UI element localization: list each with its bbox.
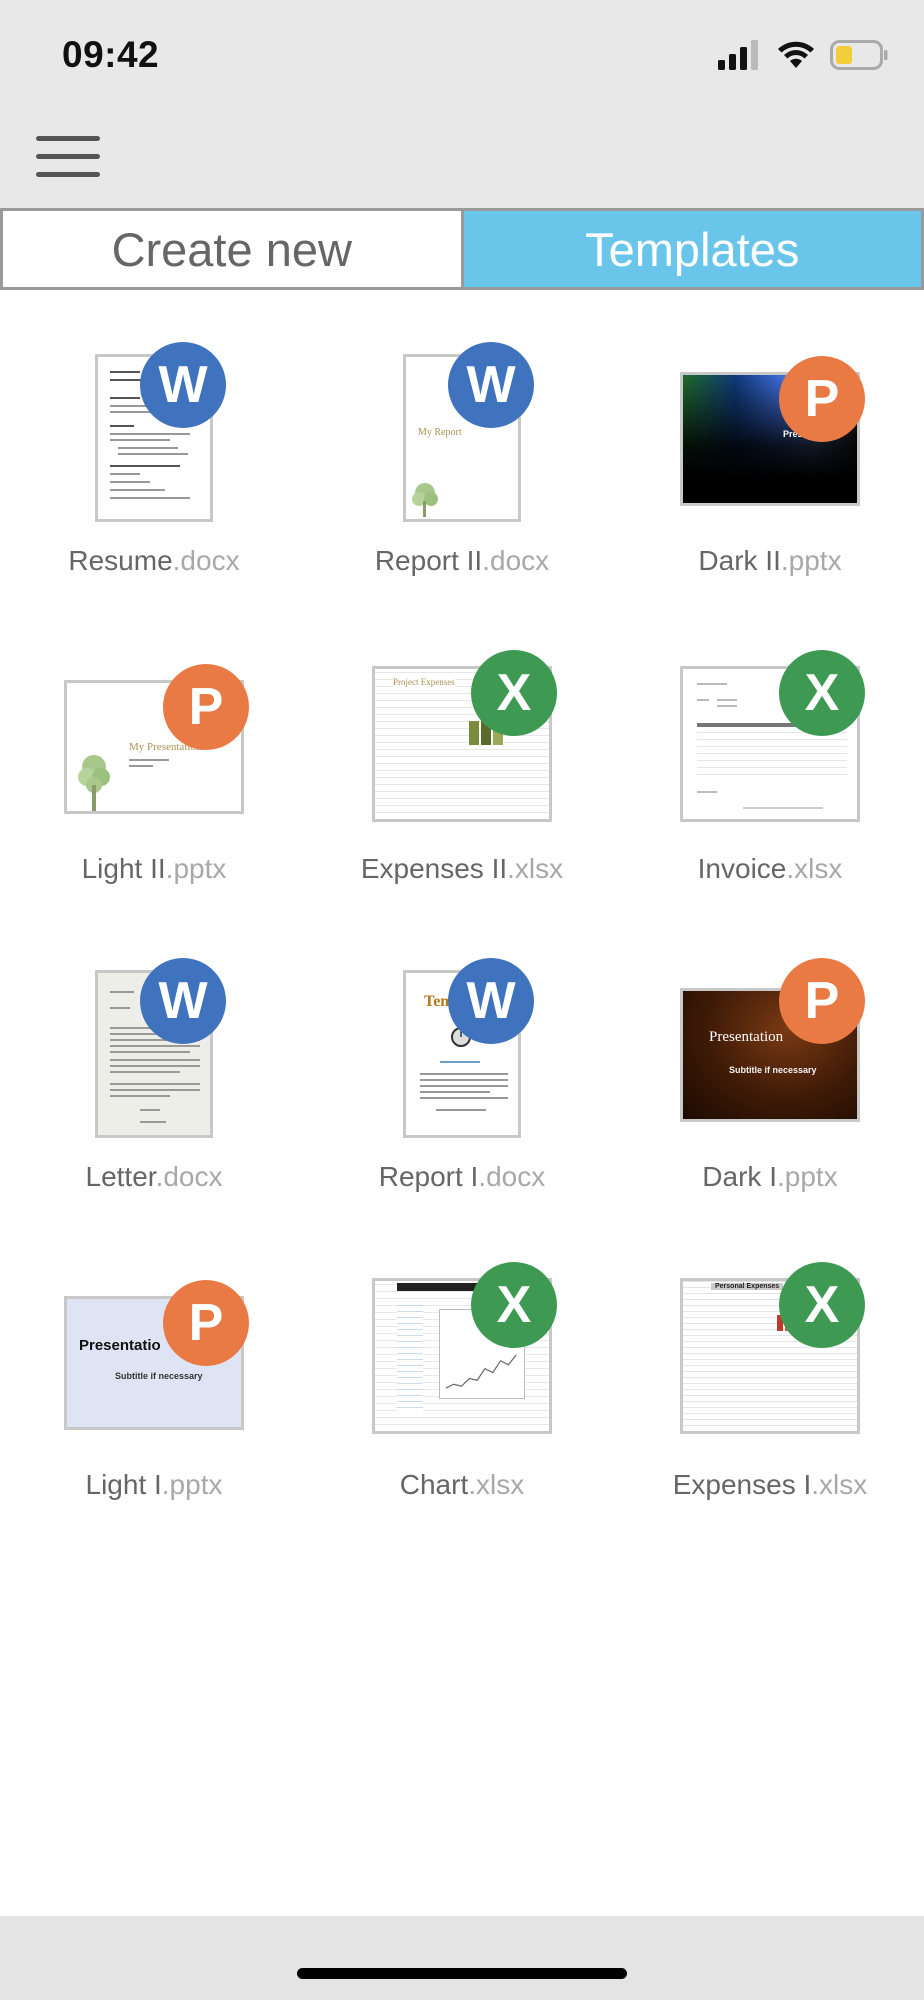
- template-label: Expenses I.xlsx: [672, 1469, 868, 1500]
- template-invoice[interactable]: X Invoice.xlsx: [616, 598, 924, 906]
- top-bar: 09:42: [0, 0, 924, 208]
- template-light-ii[interactable]: My Presentation P Light II.pptx: [0, 598, 308, 906]
- template-label: Chart.xlsx: [399, 1469, 525, 1500]
- template-label: Invoice.xlsx: [697, 853, 843, 884]
- template-label: Resume.docx: [68, 545, 240, 576]
- template-resume[interactable]: W Resume.docx: [0, 290, 308, 598]
- template-chart[interactable]: X Chart.xlsx: [308, 1214, 616, 1522]
- light-i-title: Presentatio: [79, 1337, 161, 1354]
- cellular-signal-icon: [718, 40, 758, 70]
- template-report-i[interactable]: Tem W Report I.docx: [308, 906, 616, 1214]
- tab-templates[interactable]: Templates: [463, 211, 924, 287]
- status-icons: [718, 40, 888, 70]
- powerpoint-badge-icon: P: [779, 356, 865, 442]
- tree-icon: [78, 755, 110, 811]
- powerpoint-badge-icon: P: [779, 958, 865, 1044]
- template-label: Dark I.pptx: [702, 1161, 838, 1192]
- expenses-i-title: Personal Expenses: [711, 1283, 784, 1290]
- powerpoint-badge-icon: P: [163, 1280, 249, 1366]
- dark-i-title: Presentation: [709, 1029, 784, 1045]
- excel-badge-icon: X: [471, 1262, 557, 1348]
- word-badge-icon: W: [448, 958, 534, 1044]
- template-report-ii[interactable]: My Report W Report II.docx: [308, 290, 616, 598]
- excel-badge-icon: X: [779, 1262, 865, 1348]
- bottom-bar: [0, 1916, 924, 2000]
- report-ii-title: My Report: [418, 427, 462, 438]
- excel-badge-icon: X: [779, 650, 865, 736]
- word-badge-icon: W: [448, 342, 534, 428]
- hamburger-menu-icon[interactable]: [36, 132, 100, 182]
- template-label: Light II.pptx: [81, 853, 227, 884]
- template-expenses-i[interactable]: Personal Expenses X Expenses I.xlsx: [616, 1214, 924, 1522]
- powerpoint-badge-icon: P: [163, 664, 249, 750]
- word-badge-icon: W: [140, 958, 226, 1044]
- template-label: Light I.pptx: [85, 1469, 223, 1500]
- template-label: Expenses II.xlsx: [360, 853, 564, 884]
- template-label: Report II.docx: [374, 545, 550, 576]
- light-i-subtitle: Subtitle if necessary: [115, 1371, 203, 1381]
- template-letter[interactable]: W Letter.docx: [0, 906, 308, 1214]
- template-dark-ii[interactable]: Prese P Dark II.pptx: [616, 290, 924, 598]
- home-indicator[interactable]: [297, 1968, 627, 1979]
- tab-create-new[interactable]: Create new: [0, 211, 464, 287]
- segmented-control: Create new Templates: [0, 208, 924, 290]
- wifi-icon: [778, 41, 814, 68]
- template-label: Report I.docx: [378, 1161, 546, 1192]
- tree-icon: [412, 483, 438, 517]
- battery-low-icon: [830, 40, 888, 70]
- expenses-ii-title: Project Expenses: [393, 677, 455, 687]
- excel-badge-icon: X: [471, 650, 557, 736]
- word-badge-icon: W: [140, 342, 226, 428]
- status-time: 09:42: [62, 34, 160, 75]
- template-light-i[interactable]: Presentatio Subtitle if necessary P Ligh…: [0, 1214, 308, 1522]
- template-expenses-ii[interactable]: Project Expenses X Expenses II.xlsx: [308, 598, 616, 906]
- dark-i-subtitle: Subtitle if necessary: [729, 1065, 817, 1075]
- template-dark-i[interactable]: Presentation Subtitle if necessary P Dar…: [616, 906, 924, 1214]
- template-label: Letter.docx: [85, 1161, 223, 1192]
- template-label: Dark II.pptx: [698, 545, 842, 576]
